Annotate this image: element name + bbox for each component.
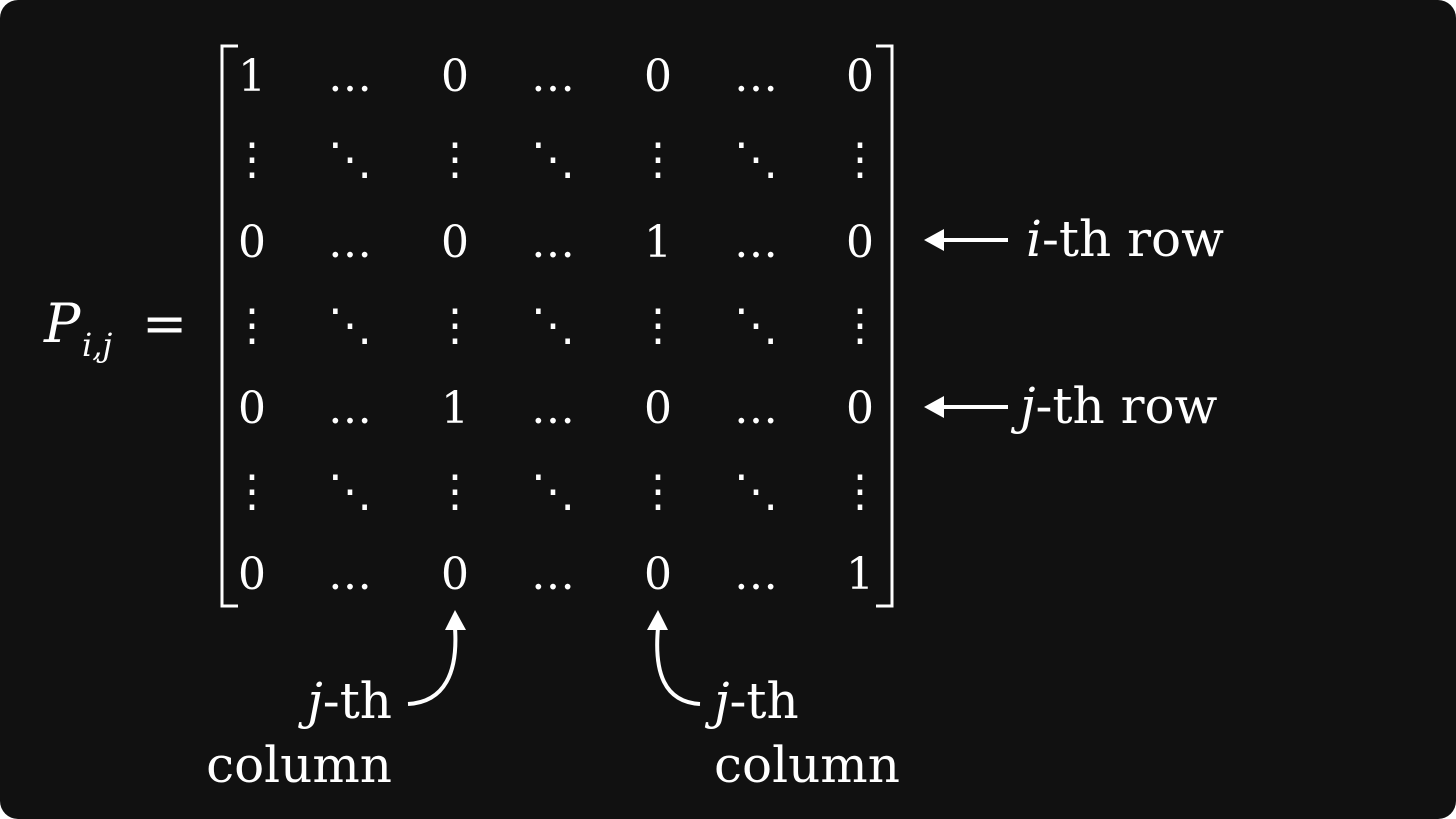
matrix-symbol: P bbox=[43, 292, 82, 355]
column-label-left: j-th column bbox=[206, 610, 466, 794]
matrix-cell-r6-c2: 0 bbox=[441, 549, 469, 600]
matrix-cell-r4-c5: … bbox=[734, 383, 778, 434]
arrow-head-icon bbox=[924, 396, 944, 418]
matrix-cell-r3-c0: ⋮ bbox=[230, 300, 274, 351]
matrix-cell-r0-c4: 0 bbox=[644, 51, 672, 102]
row-label-var: j bbox=[1010, 377, 1036, 435]
matrix-cell-r0-c6: 0 bbox=[846, 51, 874, 102]
arrow-head-icon bbox=[445, 610, 466, 630]
matrix-cell-r1-c3: ⋱ bbox=[531, 134, 575, 185]
matrix-cell-r0-c5: … bbox=[734, 51, 778, 102]
permutation-matrix-diagram: P i,j = 1 … 0 … 0 … 0 ⋮ ⋱ ⋮ ⋱ ⋮ ⋱ ⋮ 0 … 0 … 1 … 0 ⋮ ⋱ ⋮ ⋱ ⋮ ⋱ ⋮ 0 … 1 …… bbox=[43, 44, 1224, 794]
matrix-cell-r4-c2: 1 bbox=[441, 383, 469, 434]
matrix-cell-r1-c4: ⋮ bbox=[636, 134, 680, 185]
row-label-j: j-th row bbox=[924, 377, 1218, 435]
matrix-cell-r5-c4: ⋮ bbox=[636, 466, 680, 517]
column-label-var: j bbox=[704, 672, 730, 730]
matrix-cell-r0-c0: 1 bbox=[238, 51, 266, 102]
column-label-line1: j-th bbox=[297, 672, 392, 730]
matrix-cell-r2-c1: … bbox=[328, 217, 372, 268]
row-label-text: j-th row bbox=[1010, 377, 1218, 435]
matrix-cell-r3-c5: ⋱ bbox=[734, 300, 778, 351]
matrix-cell-r1-c2: ⋮ bbox=[433, 134, 477, 185]
column-label-right: j-th column bbox=[647, 610, 900, 794]
column-label-line1: j-th bbox=[704, 672, 799, 730]
column-label-var: j bbox=[297, 672, 323, 730]
matrix-entries: 1 … 0 … 0 … 0 ⋮ ⋱ ⋮ ⋱ ⋮ ⋱ ⋮ 0 … 0 … 1 … 0 ⋮ ⋱ ⋮ ⋱ ⋮ ⋱ ⋮ 0 … 1 … 0 … 0 ⋮ ⋱ ⋮ ⋱ ⋮… bbox=[230, 51, 882, 600]
matrix-cell-r6-c6: 1 bbox=[846, 549, 874, 600]
column-label-suffix: -th bbox=[323, 672, 392, 730]
matrix-cell-r2-c5: … bbox=[734, 217, 778, 268]
matrix-cell-r3-c2: ⋮ bbox=[433, 300, 477, 351]
matrix-cell-r5-c3: ⋱ bbox=[531, 466, 575, 517]
matrix-cell-r3-c1: ⋱ bbox=[328, 300, 372, 351]
matrix-cell-r5-c0: ⋮ bbox=[230, 466, 274, 517]
row-label-i: i-th row bbox=[924, 210, 1224, 268]
matrix-cell-r1-c5: ⋱ bbox=[734, 134, 778, 185]
matrix-cell-r4-c6: 0 bbox=[846, 383, 874, 434]
matrix-cell-r1-c0: ⋮ bbox=[230, 134, 274, 185]
matrix-cell-r4-c4: 0 bbox=[644, 383, 672, 434]
matrix-cell-r3-c4: ⋮ bbox=[636, 300, 680, 351]
matrix-cell-r2-c2: 0 bbox=[441, 217, 469, 268]
matrix-cell-r1-c1: ⋱ bbox=[328, 134, 372, 185]
matrix-cell-r2-c4: 1 bbox=[644, 217, 672, 268]
matrix-cell-r5-c2: ⋮ bbox=[433, 466, 477, 517]
matrix-cell-r5-c1: ⋱ bbox=[328, 466, 372, 517]
curved-arrow-line bbox=[407, 627, 458, 706]
column-label-line2: column bbox=[206, 736, 392, 794]
matrix-subscript: i,j bbox=[82, 326, 112, 364]
matrix-cell-r6-c1: … bbox=[328, 549, 372, 600]
matrix-cell-r1-c6: ⋮ bbox=[838, 134, 882, 185]
matrix-cell-r5-c6: ⋮ bbox=[838, 466, 882, 517]
matrix-cell-r2-c6: 0 bbox=[846, 217, 874, 268]
matrix-cell-r6-c5: … bbox=[734, 549, 778, 600]
matrix-cell-r6-c3: … bbox=[531, 549, 575, 600]
column-label-line2: column bbox=[714, 736, 900, 794]
column-label-suffix: -th bbox=[730, 672, 799, 730]
matrix-name: P i,j = bbox=[43, 292, 187, 364]
matrix-cell-r3-c3: ⋱ bbox=[531, 300, 575, 351]
matrix-cell-r4-c0: 0 bbox=[238, 383, 266, 434]
matrix-cell-r6-c4: 0 bbox=[644, 549, 672, 600]
matrix-cell-r2-c0: 0 bbox=[238, 217, 266, 268]
matrix-cell-r2-c3: … bbox=[531, 217, 575, 268]
row-label-var: i bbox=[1026, 210, 1042, 268]
matrix-cell-r0-c3: … bbox=[531, 51, 575, 102]
curved-arrow-line bbox=[655, 627, 701, 706]
diagram-card: P i,j = 1 … 0 … 0 … 0 ⋮ ⋱ ⋮ ⋱ ⋮ ⋱ ⋮ 0 … 0 … 1 … 0 ⋮ ⋱ ⋮ ⋱ ⋮ ⋱ ⋮ 0 … 1 …… bbox=[0, 0, 1456, 819]
matrix-cell-r6-c0: 0 bbox=[238, 549, 266, 600]
matrix-cell-r4-c1: … bbox=[328, 383, 372, 434]
row-label-suffix: -th row bbox=[1036, 377, 1218, 435]
row-label-text: i-th row bbox=[1026, 210, 1224, 268]
matrix-cell-r3-c6: ⋮ bbox=[838, 300, 882, 351]
matrix-cell-r0-c2: 0 bbox=[441, 51, 469, 102]
matrix-cell-r0-c1: … bbox=[328, 51, 372, 102]
equals-sign: = bbox=[142, 292, 187, 355]
row-label-suffix: -th row bbox=[1042, 210, 1224, 268]
matrix-cell-r5-c5: ⋱ bbox=[734, 466, 778, 517]
arrow-head-icon bbox=[647, 610, 668, 630]
arrow-head-icon bbox=[924, 229, 944, 251]
matrix-cell-r4-c3: … bbox=[531, 383, 575, 434]
